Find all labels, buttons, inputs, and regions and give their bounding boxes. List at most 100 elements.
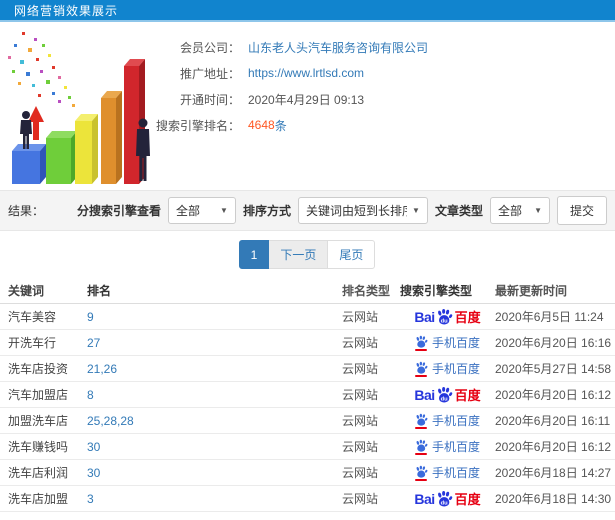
baidu-cn-text: 百度 — [454, 492, 481, 507]
rank-cell[interactable]: 9 — [87, 310, 342, 324]
rank-cell[interactable]: 30 — [87, 466, 342, 480]
mobile-baidu-underline — [415, 348, 428, 351]
rank-type-cell: 云网站 — [342, 440, 379, 454]
rank-cell[interactable]: 8 — [87, 388, 342, 402]
engine-rank-count: 4648 — [248, 118, 275, 132]
search-engine-cell: Bai du 百度 — [400, 438, 495, 455]
header-engine-type: 搜索引擎类型 — [400, 284, 473, 298]
keyword-cell: 开洗车行 — [8, 336, 57, 350]
member-company-value[interactable]: 山东老人头汽车服务咨询有限公司 — [248, 39, 428, 56]
table-row: 洗车赚钱吗 30 云网站 Bai du 百度 — [0, 434, 615, 460]
baidu-bai-text: Bai — [414, 308, 435, 325]
baidu-bai-text: Bai — [414, 490, 435, 507]
article-type-label: 文章类型 — [434, 204, 483, 218]
mobile-baidu-text: 手机百度 — [431, 466, 480, 480]
updated-cell: 2020年6月20日 16:12 — [495, 388, 612, 402]
chevron-down-icon: ▼ — [412, 206, 420, 215]
account-info-section: 会员公司： 山东老人头汽车服务咨询有限公司 推广地址： https://www.… — [0, 22, 615, 190]
mobile-baidu-underline — [415, 452, 428, 455]
updated-cell: 2020年6月20日 16:11 — [495, 414, 611, 428]
businessman-left — [20, 111, 32, 149]
rank-cell[interactable]: 25,28,28 — [87, 414, 342, 428]
filter-bar: 结果： 分搜索引擎查看 全部 ▼ 排序方式 关键词由短到长排序 ▼ 文章类型 全… — [0, 190, 615, 231]
updated-cell: 2020年6月20日 16:16 — [495, 336, 612, 350]
rank-cell[interactable]: 27 — [87, 336, 342, 350]
table-row: 洗车店加盟 3 云网站 Bai du 百度 2020年6月18日 14:30 — [0, 486, 615, 512]
table-row: 加盟洗车店 25,28,28 云网站 Bai du 百度 — [0, 408, 615, 434]
pagination-wrap: 1 下一页 尾页 — [0, 231, 615, 278]
table-header-row: 关键词 排名 排名类型 搜索引擎类型 最新更新时间 — [0, 278, 615, 304]
submit-button[interactable]: 提交 — [556, 196, 607, 225]
rank-cell[interactable]: 21,26 — [87, 362, 342, 376]
table-row: 洗车店利润 30 云网站 Bai du 百度 — [0, 460, 615, 486]
updated-cell: 2020年6月20日 16:12 — [495, 440, 612, 454]
baidu-paw-icon: du — [437, 491, 452, 507]
engine-filter-value: 全部 — [175, 204, 200, 218]
svg-text:du: du — [440, 318, 448, 324]
article-type-value: 全部 — [497, 204, 522, 218]
rank-cell[interactable]: 30 — [87, 440, 342, 454]
table-row: 洗车店投资 21,26 云网站 Bai du 百度 — [0, 356, 615, 382]
table-row: 开洗车行 27 云网站 Bai du 百度 — [0, 330, 615, 356]
rank-type-cell: 云网站 — [342, 414, 379, 428]
search-engine-cell: Bai du 百度 — [400, 489, 495, 508]
updated-cell: 2020年5月27日 14:58 — [495, 362, 612, 376]
header-keyword: 关键词 — [8, 284, 45, 298]
mobile-baidu-logo: 手机百度 — [415, 464, 480, 481]
chevron-down-icon: ▼ — [220, 206, 228, 215]
search-engine-cell: Bai du 百度 — [400, 360, 495, 377]
search-engine-cell: Bai du 百度 — [400, 334, 495, 351]
rank-cell[interactable]: 3 — [87, 492, 342, 506]
rank-type-cell: 云网站 — [342, 388, 379, 402]
filter-group: 分搜索引擎查看 全部 ▼ 排序方式 关键词由短到长排序 ▼ 文章类型 全部 ▼ … — [77, 196, 607, 225]
keyword-cell: 加盟洗车店 — [8, 414, 69, 428]
mobile-baidu-paw-icon — [415, 335, 428, 351]
mobile-baidu-paw-icon — [415, 413, 428, 429]
engine-rank-unit: 条 — [274, 118, 287, 133]
keyword-cell: 汽车美容 — [8, 310, 57, 324]
baidu-logo: Bai du 百度 — [414, 489, 480, 508]
rank-type-cell: 云网站 — [342, 310, 379, 324]
mobile-baidu-logo: 手机百度 — [415, 334, 480, 351]
search-engine-cell: Bai du 百度 — [400, 307, 495, 326]
article-type-select[interactable]: 全部 ▼ — [489, 197, 550, 224]
next-page-button[interactable]: 下一页 — [268, 240, 329, 269]
pagination: 1 下一页 尾页 — [238, 240, 376, 269]
rank-type-cell: 云网站 — [342, 336, 379, 350]
baidu-cn-text: 百度 — [454, 388, 481, 403]
app-title-bar: 网络营销效果展示 — [0, 0, 615, 22]
header-updated: 最新更新时间 — [495, 284, 568, 298]
updated-cell: 2020年6月5日 11:24 — [495, 310, 604, 324]
rank-type-cell: 云网站 — [342, 362, 379, 376]
sort-label: 排序方式 — [242, 204, 291, 218]
keyword-cell: 汽车加盟店 — [8, 388, 69, 402]
header-rank-type: 排名类型 — [342, 284, 391, 298]
keyword-cell: 洗车店利润 — [8, 466, 69, 480]
svg-text:du: du — [440, 500, 448, 506]
baidu-cn-text: 百度 — [454, 310, 481, 325]
table-row: 汽车美容 9 云网站 Bai du 百度 2020年6月5日 11:24 — [0, 304, 615, 330]
baidu-paw-icon: du — [437, 387, 452, 403]
last-page-button[interactable]: 尾页 — [327, 240, 376, 269]
search-engine-cell: Bai du 百度 — [400, 464, 495, 481]
confetti-dots — [8, 32, 75, 107]
search-engine-cell: Bai du 百度 — [400, 385, 495, 404]
baidu-paw-icon: du — [437, 309, 452, 325]
promo-url-link[interactable]: https://www.lrtlsd.com — [248, 66, 364, 80]
table-row: 汽车加盟店 8 云网站 Bai du 百度 2020年6月20日 16:12 — [0, 382, 615, 408]
chevron-down-icon: ▼ — [534, 206, 542, 215]
results-table: 关键词 排名 排名类型 搜索引擎类型 最新更新时间 汽车美容 9 云网站 Bai… — [0, 278, 615, 512]
mobile-baidu-logo: 手机百度 — [415, 360, 480, 377]
mobile-baidu-paw-icon — [415, 361, 428, 377]
engine-filter-select[interactable]: 全部 ▼ — [167, 197, 236, 224]
baidu-logo: Bai du 百度 — [414, 385, 480, 404]
result-label: 结果： — [8, 204, 45, 218]
header-rank: 排名 — [87, 284, 112, 298]
mobile-baidu-logo: 手机百度 — [415, 412, 480, 429]
baidu-logo: Bai du 百度 — [414, 307, 480, 326]
search-engine-cell: Bai du 百度 — [400, 412, 495, 429]
sort-select[interactable]: 关键词由短到长排序 ▼ — [297, 197, 428, 224]
mobile-baidu-text: 手机百度 — [431, 362, 480, 376]
page-button-1[interactable]: 1 — [238, 240, 270, 269]
mobile-baidu-logo: 手机百度 — [415, 438, 480, 455]
